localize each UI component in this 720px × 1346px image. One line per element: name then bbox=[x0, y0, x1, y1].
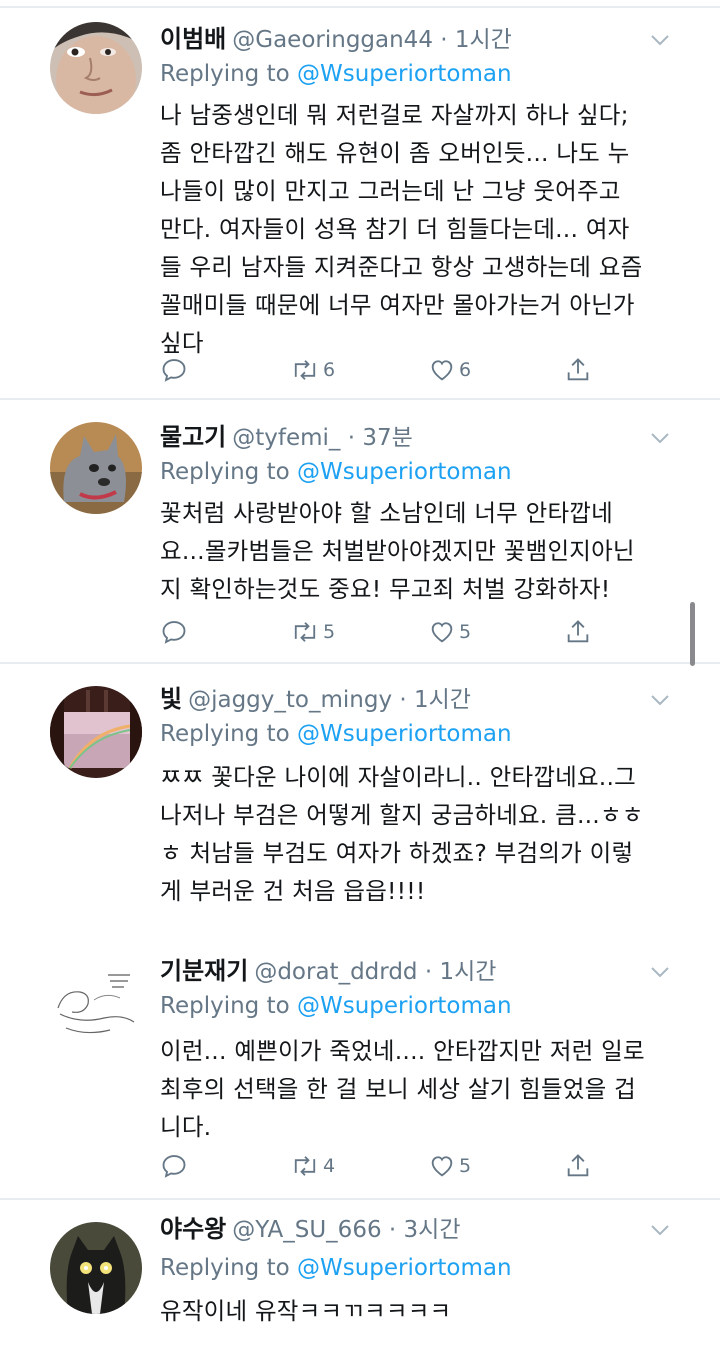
tweet-header: 물고기 @tyfemi_ · 37분 bbox=[160, 420, 680, 454]
reply-button[interactable] bbox=[160, 1150, 188, 1182]
scrollbar[interactable] bbox=[690, 602, 695, 666]
tweet-item[interactable]: 물고기 @tyfemi_ · 37분 Replying to @Wsuperior… bbox=[0, 400, 720, 664]
retweet-icon bbox=[294, 360, 316, 380]
separator-dot: · bbox=[424, 959, 433, 985]
replying-to-line: Replying to @Wsuperiortoman bbox=[160, 718, 512, 750]
replying-to-mention[interactable]: @Wsuperiortoman bbox=[297, 993, 512, 1019]
display-name[interactable]: 야수왕 bbox=[160, 1215, 226, 1243]
display-name[interactable]: 기분재기 bbox=[160, 957, 248, 985]
chevron-down-icon[interactable] bbox=[648, 688, 672, 712]
retweet-count: 4 bbox=[323, 1155, 336, 1177]
user-handle[interactable]: @tyfemi_ bbox=[232, 425, 340, 451]
share-button[interactable] bbox=[564, 354, 592, 386]
tweet-header: 이범배 @Gaeoringgan44 · 1시간 bbox=[160, 22, 680, 56]
user-handle[interactable]: @YA_SU_666 bbox=[232, 1217, 381, 1243]
tweet-item[interactable]: 야수왕 @YA_SU_666 · 3시간 Replying to @Wsuperi… bbox=[0, 1200, 720, 1346]
display-name[interactable]: 빛 bbox=[160, 685, 182, 713]
tweet-item[interactable]: 이범배 @Gaeoringgan44 · 1시간 Replying to @Wsu… bbox=[0, 8, 720, 400]
retweet-count: 5 bbox=[323, 621, 336, 643]
separator-dot: · bbox=[399, 687, 407, 713]
avatar[interactable] bbox=[50, 686, 142, 778]
replying-to-mention[interactable]: @Wsuperiortoman bbox=[297, 721, 512, 747]
reply-button[interactable] bbox=[160, 616, 188, 648]
avatar[interactable] bbox=[50, 952, 142, 1044]
display-name[interactable]: 물고기 bbox=[160, 423, 226, 451]
replying-to-label: Replying to bbox=[160, 459, 297, 485]
heart-icon bbox=[431, 1156, 453, 1177]
reply-icon bbox=[162, 621, 186, 644]
timestamp[interactable]: 1시간 bbox=[439, 959, 496, 985]
retweet-icon bbox=[294, 622, 316, 642]
display-name[interactable]: 이범배 bbox=[160, 25, 226, 53]
replying-to-line: Replying to @Wsuperiortoman bbox=[160, 456, 512, 488]
like-count: 5 bbox=[459, 1155, 472, 1177]
tweet-actions: 4 5 bbox=[160, 1150, 620, 1182]
share-icon bbox=[567, 1154, 589, 1177]
timestamp[interactable]: 37분 bbox=[362, 425, 412, 451]
tweet-item[interactable]: 빛 @jaggy_to_mingy · 1시간 Replying to @Wsup… bbox=[0, 664, 720, 934]
chevron-down-icon[interactable] bbox=[648, 28, 672, 52]
separator-dot: · bbox=[347, 425, 356, 451]
cat-photo-icon bbox=[50, 1222, 142, 1314]
replying-to-label: Replying to bbox=[160, 993, 297, 1019]
heart-icon bbox=[431, 360, 453, 381]
retweet-count: 6 bbox=[323, 359, 336, 381]
dog-photo-icon bbox=[50, 422, 142, 514]
share-button[interactable] bbox=[564, 616, 592, 648]
person-face-photo-icon bbox=[50, 22, 142, 114]
tweet-header: 야수왕 @YA_SU_666 · 3시간 bbox=[160, 1212, 680, 1246]
separator-dot: · bbox=[440, 27, 448, 53]
avatar[interactable] bbox=[50, 422, 142, 514]
timestamp[interactable]: 1시간 bbox=[455, 27, 512, 53]
tweet-actions: 6 6 bbox=[160, 354, 620, 386]
like-count: 6 bbox=[459, 359, 472, 381]
retweet-button[interactable]: 6 bbox=[290, 354, 335, 386]
replying-to-line: Replying to @Wsuperiortoman bbox=[160, 990, 512, 1022]
tweet-actions: 5 5 bbox=[160, 616, 620, 648]
user-handle[interactable]: @Gaeoringgan44 bbox=[232, 27, 433, 53]
heart-icon bbox=[431, 622, 453, 643]
timestamp[interactable]: 3시간 bbox=[404, 1217, 461, 1243]
replying-to-mention[interactable]: @Wsuperiortoman bbox=[297, 1255, 512, 1281]
replying-to-label: Replying to bbox=[160, 1255, 297, 1281]
tweet-text: 유작이네 유작ㅋㅋㄲㅋㅋㅋㅋ bbox=[160, 1297, 452, 1325]
retweet-button[interactable]: 4 bbox=[290, 1150, 335, 1182]
replying-to-label: Replying to bbox=[160, 61, 297, 87]
replying-to-label: Replying to bbox=[160, 721, 297, 747]
user-handle[interactable]: @dorat_ddrdd bbox=[254, 959, 417, 985]
timestamp[interactable]: 1시간 bbox=[414, 687, 471, 713]
replying-to-line: Replying to @Wsuperiortoman bbox=[160, 1252, 512, 1284]
separator-dot: · bbox=[388, 1217, 397, 1243]
avatar[interactable] bbox=[50, 1222, 142, 1314]
reply-icon bbox=[162, 359, 186, 382]
share-icon bbox=[567, 358, 589, 381]
like-button[interactable]: 6 bbox=[428, 354, 471, 386]
chevron-down-icon[interactable] bbox=[648, 426, 672, 450]
user-handle[interactable]: @jaggy_to_mingy bbox=[188, 687, 392, 713]
like-button[interactable]: 5 bbox=[428, 616, 471, 648]
chevron-down-icon[interactable] bbox=[648, 1218, 672, 1242]
tweet-item[interactable]: 기분재기 @dorat_ddrdd · 1시간 Replying to @Wsup… bbox=[0, 934, 720, 1200]
line-drawing-sketch-icon bbox=[50, 952, 142, 1044]
tweet-text: ㅉㅉ 꽃다운 나이에 자살이라니.. 안타깝네요..그 나저나 부검은 어떻게 … bbox=[160, 763, 644, 905]
retweet-button[interactable]: 5 bbox=[290, 616, 335, 648]
tweet-text: 꽃처럼 사랑받아야 할 소남인데 너무 안타깝네 요...몰카범들은 처벌받아야… bbox=[160, 499, 635, 603]
chevron-down-icon[interactable] bbox=[648, 960, 672, 984]
like-button[interactable]: 5 bbox=[428, 1150, 471, 1182]
tweet-text: 나 남중생인데 뭐 저런걸로 자살까지 하나 싶다; 좀 안타깝긴 해도 유현이… bbox=[160, 101, 643, 357]
replying-to-mention[interactable]: @Wsuperiortoman bbox=[297, 61, 512, 87]
replying-to-mention[interactable]: @Wsuperiortoman bbox=[297, 459, 512, 485]
tweet-header: 기분재기 @dorat_ddrdd · 1시간 bbox=[160, 954, 680, 988]
avatar[interactable] bbox=[50, 22, 142, 114]
retweet-icon bbox=[294, 1156, 316, 1176]
like-count: 5 bbox=[459, 621, 472, 643]
tweet-header: 빛 @jaggy_to_mingy · 1시간 bbox=[160, 682, 680, 716]
reply-button[interactable] bbox=[160, 354, 188, 386]
share-icon bbox=[567, 620, 589, 643]
replying-to-line: Replying to @Wsuperiortoman bbox=[160, 58, 512, 90]
reply-icon bbox=[162, 1155, 186, 1178]
share-button[interactable] bbox=[564, 1150, 592, 1182]
tweet-text: 이런... 예쁜이가 죽었네.... 안타깝지만 저런 일로 최후의 선택을 한… bbox=[160, 1037, 645, 1141]
train-window-rainbow-photo-icon bbox=[50, 686, 142, 778]
